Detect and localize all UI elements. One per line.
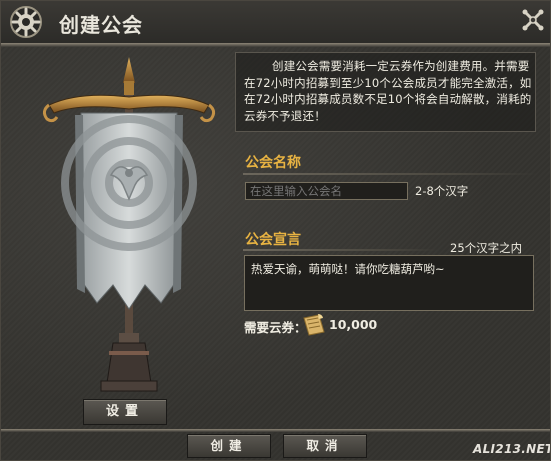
- guild-name-hint: 2-8个汉字: [415, 184, 469, 198]
- cost-value: 10,000: [329, 317, 378, 332]
- section-divider: [243, 173, 538, 175]
- cloud-coupon-icon: [303, 314, 325, 336]
- guild-name-input[interactable]: [245, 182, 408, 200]
- guild-declaration-label: 公会宣言: [245, 232, 301, 248]
- info-panel: 创建公会需要消耗一定云券作为创建费用。并需要在72小时内招募到至少10个公会成员…: [235, 52, 536, 132]
- declaration-limit-hint: 25个汉字之内: [450, 241, 523, 255]
- close-icon[interactable]: [520, 7, 546, 33]
- setup-button[interactable]: 设置: [83, 399, 167, 425]
- cost-label: 需要云券：: [244, 320, 307, 335]
- create-guild-dialog: 创建公会 设置 创建公会需要消耗一定云券作为创建费用。并需要在72小时内招募到至…: [0, 0, 551, 461]
- info-text: 创建公会需要消耗一定云券作为创建费用。并需要在72小时内招募到至少10个公会成员…: [244, 59, 532, 123]
- create-button[interactable]: 创建: [187, 434, 271, 458]
- guild-name-label: 公会名称: [245, 155, 301, 171]
- watermark: ALI213.NET: [473, 442, 551, 456]
- section-divider: [243, 249, 438, 251]
- dialog-title: 创建公会: [59, 13, 143, 37]
- gear-emblem-icon: [10, 6, 42, 38]
- title-divider: [1, 43, 550, 47]
- guild-banner-image: [42, 57, 216, 392]
- guild-declaration-input[interactable]: 热爱天谕，萌萌哒！请你吃糖葫芦哟~: [244, 255, 534, 311]
- title-bar: 创建公会: [1, 1, 550, 44]
- bottom-divider: [1, 429, 550, 432]
- cancel-button[interactable]: 取消: [283, 434, 367, 458]
